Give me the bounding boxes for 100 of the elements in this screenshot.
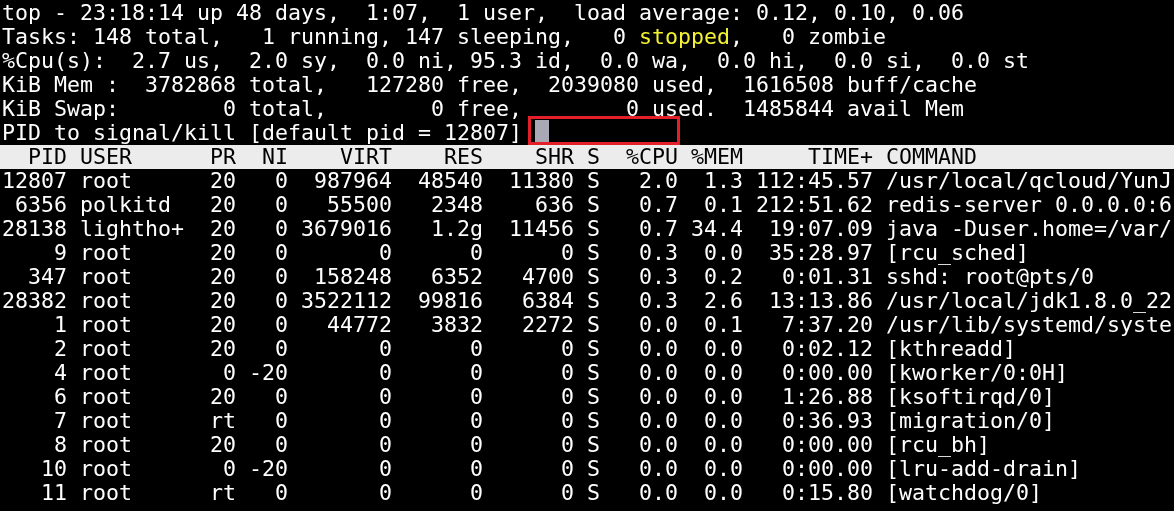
- table-cell: S: [587, 217, 600, 241]
- table-cell: lightho+: [80, 217, 184, 241]
- summary-line: KiB Swap: 0 total, 0 free, 0 used. 1485844 avail Mem: [2, 97, 965, 121]
- column-header[interactable]: TIME+: [756, 145, 873, 169]
- summary-line: %Cpu(s): 2.7 us, 2.0 sy, 0.0 ni, 95.3 id, 0.0 wa, 0.0 hi, 0.0 si, 0.0 st: [2, 49, 1030, 73]
- table-cell: 28138: [2, 217, 67, 241]
- table-cell: S: [587, 481, 600, 505]
- table-cell-text: 0: [274, 265, 288, 289]
- table-cell-text: 0: [274, 385, 288, 409]
- column-header[interactable]: COMMAND: [886, 145, 977, 169]
- table-cell-text: 0.0: [703, 385, 743, 409]
- table-cell-text: 0.0: [703, 481, 743, 505]
- table-cell-text: root: [80, 481, 133, 505]
- table-cell-text: 20: [209, 265, 236, 289]
- table-cell-text: 987964: [313, 169, 392, 193]
- column-header[interactable]: %CPU: [613, 145, 678, 169]
- table-cell-text: 0:15.80: [781, 481, 873, 505]
- column-header[interactable]: SHR: [496, 145, 574, 169]
- table-cell-text: 20: [209, 217, 236, 241]
- table-cell-text: 0: [378, 241, 392, 265]
- table-cell: S: [587, 193, 600, 217]
- table-cell-text: 0: [469, 457, 483, 481]
- table-cell: S: [587, 433, 600, 457]
- table-cell-text: root: [80, 337, 133, 361]
- table-cell: S: [587, 241, 600, 265]
- table-cell-text: 0.7: [638, 193, 678, 217]
- table-cell-text: 20: [209, 433, 236, 457]
- table-cell-text: polkitd: [80, 193, 172, 217]
- table-cell-text: 19:07.09: [768, 217, 873, 241]
- table-cell-text: 35:28.97: [768, 241, 873, 265]
- table-cell-text: rt: [209, 409, 236, 433]
- table-cell: /usr/local/jdk1.8.0_22: [886, 289, 1172, 313]
- table-cell-text: 6: [53, 385, 67, 409]
- table-cell-text: 13:13.86: [768, 289, 873, 313]
- table-cell-text: 0.0: [638, 313, 678, 337]
- table-cell: 212:51.62: [756, 193, 873, 217]
- table-cell: 3522112: [301, 289, 392, 313]
- table-cell-text: 0.0: [638, 361, 678, 385]
- table-cell-text: 0: [274, 241, 288, 265]
- column-header[interactable]: PID: [2, 145, 67, 169]
- table-cell-text: 6356: [14, 193, 67, 217]
- column-header[interactable]: S: [587, 145, 600, 169]
- table-cell: [ksoftirqd/0]: [886, 385, 1055, 409]
- table-cell-text: 4700: [521, 265, 574, 289]
- table-cell-text: 0: [274, 169, 288, 193]
- summary-line: KiB Mem : 3782868 total, 127280 free, 2039080 used, 1616508 buff/cache: [2, 73, 978, 97]
- table-cell-text: 9: [53, 241, 67, 265]
- table-cell-text: 0: [274, 433, 288, 457]
- table-cell-text: 0: [222, 457, 236, 481]
- table-cell: S: [587, 361, 600, 385]
- table-cell-text: 0: [469, 241, 483, 265]
- table-cell-text: 0: [469, 337, 483, 361]
- summary-line: top - 23:18:14 up 48 days, 1:07, 1 user, load average: 0.12, 0.10, 0.06: [2, 1, 965, 25]
- column-header[interactable]: USER: [80, 145, 184, 169]
- table-cell-text: 0: [378, 433, 392, 457]
- table-cell-text: 0: [469, 409, 483, 433]
- table-cell-text: 0.0: [703, 457, 743, 481]
- table-cell: S: [587, 385, 600, 409]
- table-cell-text: 0: [378, 457, 392, 481]
- table-cell: [kworker/0:0H]: [886, 361, 1068, 385]
- table-cell: /usr/local/qcloud/YunJ: [886, 169, 1172, 193]
- text-cursor: [535, 119, 550, 142]
- table-cell-text: 0.0: [638, 457, 678, 481]
- table-cell-text: 0: [469, 361, 483, 385]
- table-cell-text: 0: [274, 313, 288, 337]
- table-cell: 12807: [2, 169, 67, 193]
- table-cell: [watchdog/0]: [886, 481, 1042, 505]
- table-cell-text: 0.0: [703, 361, 743, 385]
- table-cell: redis-server 0.0.0.0:6: [886, 193, 1172, 217]
- table-cell-text: 0: [222, 361, 236, 385]
- table-cell-text: 20: [209, 241, 236, 265]
- table-cell: -20: [249, 457, 288, 481]
- table-cell-text: 7:37.20: [781, 313, 873, 337]
- table-cell-text: 10: [40, 457, 67, 481]
- column-header[interactable]: %MEM: [691, 145, 743, 169]
- table-cell-text: 20: [209, 289, 236, 313]
- column-header[interactable]: RES: [405, 145, 483, 169]
- column-header[interactable]: VIRT: [301, 145, 392, 169]
- kill-prompt: PID to signal/kill [default pid = 12807]: [2, 121, 523, 145]
- table-cell-text: 1:26.88: [781, 385, 873, 409]
- column-header[interactable]: NI: [249, 145, 288, 169]
- table-cell-text: 1.3: [703, 169, 743, 193]
- table-cell-text: 0.0: [638, 433, 678, 457]
- table-cell-text: 11380: [508, 169, 574, 193]
- table-cell: [rcu_sched]: [886, 241, 1029, 265]
- table-cell-text: 0.0: [638, 337, 678, 361]
- table-cell-text: 0.0: [638, 385, 678, 409]
- column-header[interactable]: PR: [197, 145, 236, 169]
- table-cell: sshd: root@pts/0: [886, 265, 1094, 289]
- table-cell-text: root: [80, 313, 133, 337]
- table-cell-text: 3832: [430, 313, 483, 337]
- table-cell-text: 0: [378, 337, 392, 361]
- table-cell-text: 20: [209, 385, 236, 409]
- table-cell-text: 6352: [430, 265, 483, 289]
- table-cell: S: [587, 265, 600, 289]
- table-cell-text: 0: [560, 409, 574, 433]
- table-cell-text: 0.3: [638, 241, 678, 265]
- table-cell-text: 0: [274, 409, 288, 433]
- table-cell-text: 2.6: [703, 289, 743, 313]
- table-cell: S: [587, 313, 600, 337]
